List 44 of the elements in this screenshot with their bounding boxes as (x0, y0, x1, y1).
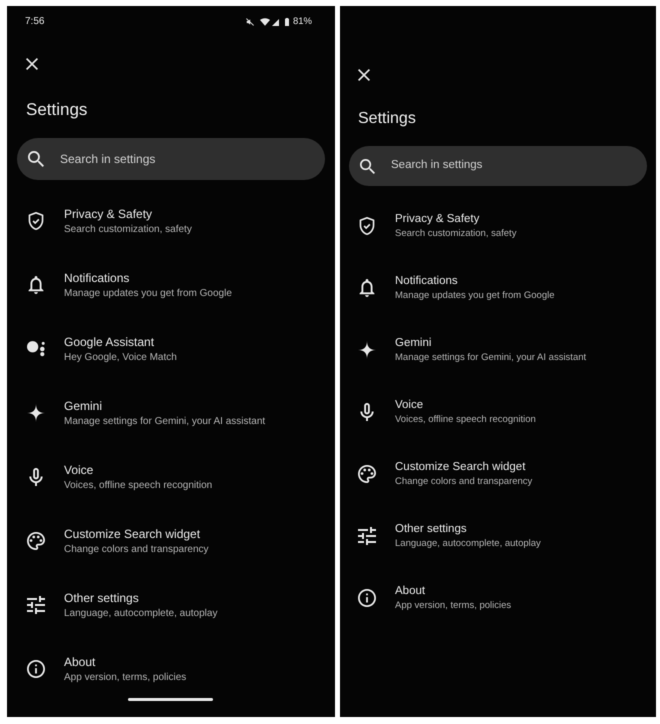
palette-icon (358, 465, 376, 483)
settings-item[interactable]: Google Assistant Hey Google, Voice Match (7, 317, 335, 381)
microphone-icon (27, 468, 45, 486)
search-icon (360, 158, 375, 174)
settings-item[interactable]: Voice Voices, offline speech recognition (340, 381, 656, 443)
sparkle-icon (27, 404, 45, 422)
close-icon[interactable] (26, 58, 38, 70)
battery-percent: 81% (292, 16, 312, 28)
wifi-icon (260, 18, 270, 26)
settings-item[interactable]: Voice Voices, offline speech recognition (7, 445, 335, 509)
signal-icon (272, 18, 279, 26)
settings-item[interactable]: Notifications Manage updates you get from Google (340, 257, 656, 319)
settings-item[interactable]: About App version, terms, policies (7, 637, 335, 701)
settings-item[interactable]: Notifications Manage updates you get from Google (7, 253, 335, 317)
shield-check-icon (27, 212, 45, 230)
settings-item[interactable]: Privacy & Safety Search customization, safety (340, 195, 656, 257)
search-field[interactable]: Search in settings (349, 146, 647, 186)
settings-item[interactable]: Other settings Language, autocomplete, autoplay (340, 505, 656, 567)
bell-icon (358, 279, 376, 297)
info-icon (27, 660, 45, 678)
sparkle-icon (358, 341, 376, 359)
sliders-icon (358, 527, 376, 545)
settings-item[interactable]: Other settings Language, autocomplete, autoplay (7, 573, 335, 637)
search-field[interactable]: Search in settings (17, 138, 325, 180)
status-time: 7:56 (25, 16, 44, 28)
sliders-icon (27, 596, 45, 614)
bell-icon (27, 276, 45, 294)
settings-item[interactable]: Customize Search widget Change colors and transparency (340, 443, 656, 505)
battery-icon (284, 18, 289, 26)
search-icon (28, 151, 44, 167)
settings-item[interactable]: Privacy & Safety Search customization, safety (7, 189, 335, 253)
settings-item[interactable]: Customize Search widget Change colors and transparency (7, 509, 335, 573)
page-title: Settings (358, 109, 416, 129)
settings-item[interactable]: Gemini Manage settings for Gemini, your AI assistant (340, 319, 656, 381)
mute-icon (246, 18, 254, 26)
shield-check-icon (358, 217, 376, 235)
settings-item[interactable]: Gemini Manage settings for Gemini, your AI assistant (7, 381, 335, 445)
info-icon (358, 589, 376, 607)
dots-icon (27, 340, 45, 358)
palette-icon (27, 532, 45, 550)
settings-item[interactable]: About App version, terms, policies (340, 567, 656, 629)
close-icon[interactable] (358, 69, 370, 81)
page-title: Settings (26, 99, 88, 121)
microphone-icon (358, 403, 376, 421)
